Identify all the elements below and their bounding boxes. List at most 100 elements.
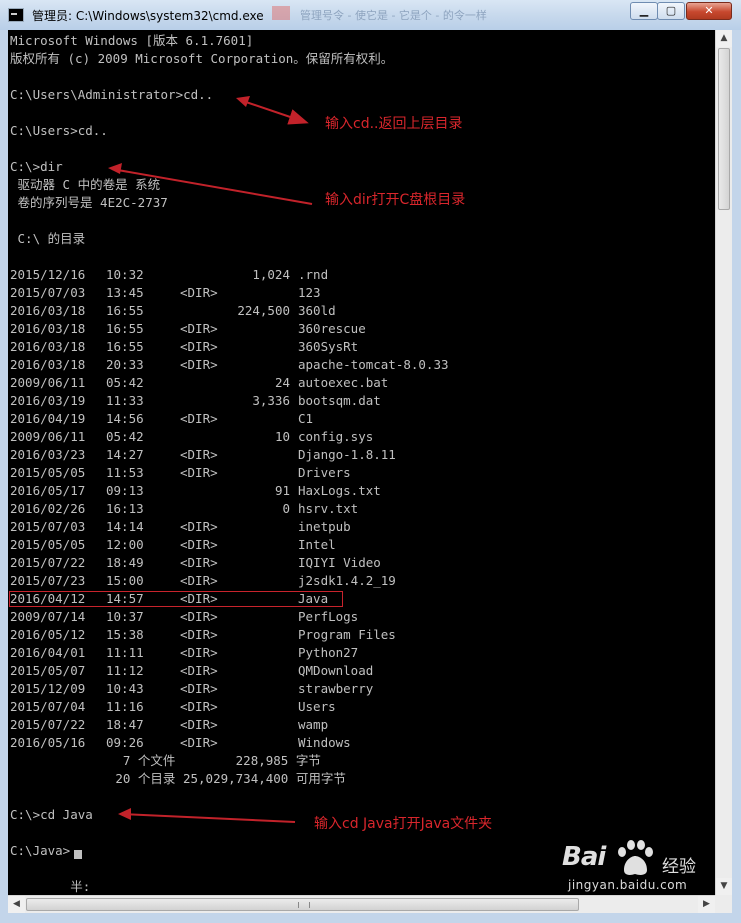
dir-time: 13:45 [106, 285, 144, 300]
dir-time: 16:55 [106, 339, 144, 354]
dir-name: bootsqm.dat [298, 393, 381, 408]
horizontal-scrollbar[interactable]: ◀ ▶ [8, 895, 715, 913]
dir-time: 10:43 [106, 681, 144, 696]
dir-tag: <DIR> [180, 465, 218, 480]
dir-name: wamp [298, 717, 329, 732]
dir-size: 1,024 [252, 267, 290, 282]
dir-name: 360ld [298, 303, 336, 318]
scroll-right-arrow-icon[interactable]: ▶ [698, 896, 715, 913]
dir-row: 2016/05/17 09:13 91 HaxLogs.txt [10, 482, 490, 500]
scroll-left-arrow-icon[interactable]: ◀ [8, 896, 25, 913]
dir-name: 360rescue [298, 321, 366, 336]
dir-name: 123 [298, 285, 321, 300]
dir-name: inetpub [298, 519, 351, 534]
dir-time: 14:56 [106, 411, 144, 426]
dir-row: 2016/05/16 09:26 <DIR> Windows [10, 734, 490, 752]
dir-row: 2016/03/18 16:55 <DIR> 360rescue [10, 320, 490, 338]
dir-tag: <DIR> [180, 627, 218, 642]
close-button[interactable]: ✕ [686, 2, 732, 20]
dir-tag: <DIR> [180, 735, 218, 750]
window-frame-bottom [0, 913, 741, 923]
scrollbar-corner [715, 895, 732, 913]
dir-date: 2015/07/22 [10, 717, 86, 732]
horizontal-scroll-thumb[interactable] [26, 898, 579, 911]
dir-date: 2015/05/07 [10, 663, 86, 678]
scroll-up-arrow-icon[interactable]: ▲ [716, 30, 732, 47]
console-line-serial: 卷的序列号是 4E2C-2737 [10, 195, 168, 210]
dir-row: 2015/05/07 11:12 <DIR> QMDownload [10, 662, 490, 680]
dir-tag: <DIR> [180, 609, 218, 624]
dir-time: 20:33 [106, 357, 144, 372]
dir-date: 2016/03/19 [10, 393, 86, 408]
vertical-scrollbar[interactable]: ▲ ▼ [715, 30, 732, 895]
scroll-grip-icon [298, 902, 310, 908]
dir-time: 10:32 [106, 267, 144, 282]
dir-time: 11:12 [106, 663, 144, 678]
console-line-directory-of: C:\ 的目录 [10, 231, 86, 246]
dir-time: 14:27 [106, 447, 144, 462]
dir-date: 2016/05/12 [10, 627, 86, 642]
ime-status: 半: [10, 879, 91, 894]
dir-row: 2015/05/05 12:00 <DIR> Intel [10, 536, 490, 554]
window-frame-right [732, 30, 741, 913]
dir-date: 2016/04/01 [10, 645, 86, 660]
java-row-highlight [9, 591, 343, 607]
dir-time: 16:13 [106, 501, 144, 516]
dir-size: 0 [282, 501, 290, 516]
cmd-app-icon[interactable] [8, 8, 24, 22]
dir-tag: <DIR> [180, 357, 218, 372]
dir-row: 2015/07/03 13:45 <DIR> 123 [10, 284, 490, 302]
dir-name: QMDownload [298, 663, 374, 678]
annotation-cd-up: 输入cd..返回上层目录 [325, 116, 463, 132]
dir-name: j2sdk1.4.2_19 [298, 573, 396, 588]
dir-date: 2015/07/03 [10, 519, 86, 534]
dir-date: 2016/03/18 [10, 339, 86, 354]
vertical-scroll-thumb[interactable] [718, 48, 730, 210]
dir-row: 2016/03/19 11:33 3,336 bootsqm.dat [10, 392, 490, 410]
dir-time: 09:26 [106, 735, 144, 750]
watermark-jingyan: 经验 [662, 857, 696, 877]
dir-date: 2016/05/17 [10, 483, 86, 498]
watermark-url: jingyan.baidu.com [568, 878, 688, 892]
watermark-brand: Bai [562, 842, 606, 872]
console-line-volume: 驱动器 C 中的卷是 系统 [10, 177, 161, 192]
dir-name: Python27 [298, 645, 359, 660]
dir-size: 10 [274, 429, 290, 444]
dir-row: 2016/05/12 15:38 <DIR> Program Files [10, 626, 490, 644]
dir-date: 2015/05/05 [10, 537, 86, 552]
dir-date: 2016/03/18 [10, 321, 86, 336]
dir-time: 11:33 [106, 393, 144, 408]
text-cursor [74, 850, 82, 859]
annotation-cd-java: 输入cd Java打开Java文件夹 [314, 816, 493, 832]
dir-time: 16:55 [106, 303, 144, 318]
dir-name: IQIYI Video [298, 555, 381, 570]
dir-name: PerfLogs [298, 609, 359, 624]
dir-date: 2016/03/23 [10, 447, 86, 462]
maximize-button[interactable]: ▢ [657, 2, 685, 20]
dir-time: 15:00 [106, 573, 144, 588]
dir-date: 2009/07/14 [10, 609, 86, 624]
dir-date: 2015/12/16 [10, 267, 86, 282]
dir-row: 2009/06/11 05:42 24 autoexec.bat [10, 374, 490, 392]
console-line-dir-command: C:\>dir [10, 159, 63, 174]
dir-row: 2009/06/11 05:42 10 config.sys [10, 428, 490, 446]
title-bar[interactable]: 管理员: C:\Windows\system32\cmd.exe 管理号令 - … [0, 0, 741, 31]
dir-name: .rnd [298, 267, 329, 282]
dir-name: C1 [298, 411, 314, 426]
dir-name: Django-1.8.11 [298, 447, 396, 462]
dir-time: 14:14 [106, 519, 144, 534]
dir-name: strawberry [298, 681, 374, 696]
console-output[interactable]: Microsoft Windows [版本 6.1.7601] 版权所有 (c)… [8, 30, 715, 895]
dir-row: 2015/12/09 10:43 <DIR> strawberry [10, 680, 490, 698]
dir-time: 15:38 [106, 627, 144, 642]
dir-date: 2015/07/03 [10, 285, 86, 300]
minimize-button[interactable]: ▁ [630, 2, 658, 20]
console-prompt[interactable]: C:\Java> [10, 842, 70, 860]
scroll-down-arrow-icon[interactable]: ▼ [716, 878, 732, 895]
dir-time: 16:55 [106, 321, 144, 336]
console-line-cd-up-1: C:\Users\Administrator>cd.. [10, 87, 214, 102]
dir-tag: <DIR> [180, 663, 218, 678]
dir-date: 2015/12/09 [10, 681, 86, 696]
dir-time: 18:47 [106, 717, 144, 732]
dir-time: 11:16 [106, 699, 144, 714]
